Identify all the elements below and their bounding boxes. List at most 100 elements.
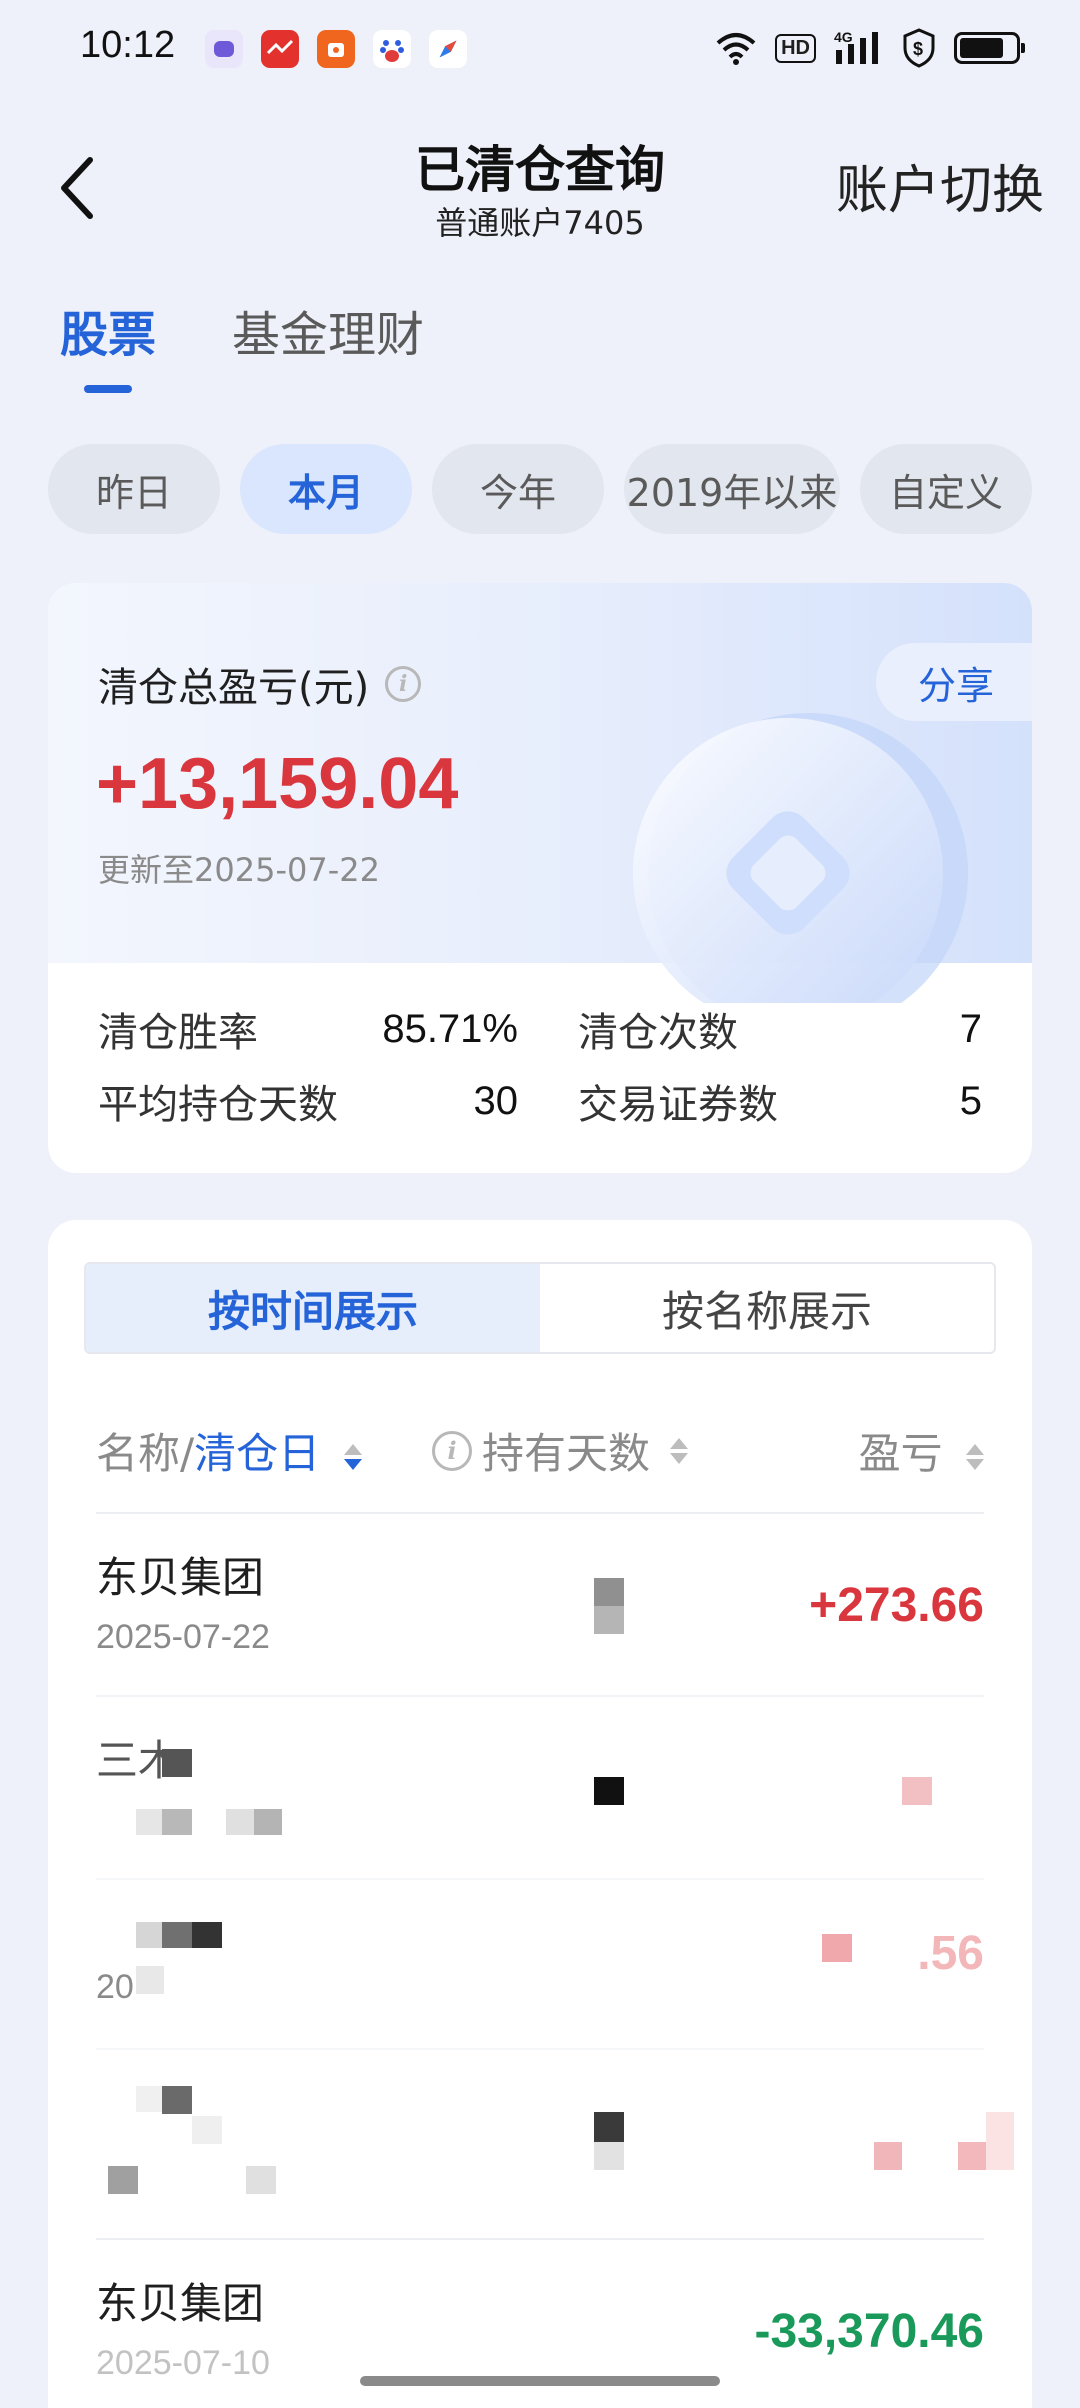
coin-decoration-icon [633,713,968,1003]
stat-value: 7 [959,1006,982,1051]
column-name-prefix: 名称/ [96,1429,195,1478]
mosaic-block [902,1777,932,1805]
mosaic-block [162,2086,192,2114]
stat-securities: 交易证券数 5 [578,1072,982,1130]
hd-icon: HD [775,28,816,68]
messages-app-icon [205,30,243,68]
view-by-time-button[interactable]: 按时间展示 [86,1264,540,1352]
view-by-name-button[interactable]: 按名称展示 [540,1264,994,1352]
mosaic-block [254,1809,282,1835]
mosaic-block [192,1922,222,1948]
period-filter: 昨日 本月 今年 2019年以来 自定义 [48,444,1032,534]
summary-card: 清仓总盈亏(元) i 分享 +13,159.04 更新至2025-07-22 清… [48,583,1032,1173]
tab-stocks[interactable]: 股票 [60,295,157,393]
clear-date: 2025-07-22 [96,1618,270,1656]
clear-date: 2025-07-10 [96,2344,270,2382]
cleared-positions-list: 东贝集团 2025-07-22 +273.66 三木 20 .56 东贝集团 2… [96,1512,1014,2408]
column-pnl-label: 盈亏 [858,1429,943,1478]
mosaic-block [594,1777,624,1805]
stat-label: 交易证券数 [578,1082,778,1128]
mosaic-block [874,2142,902,2170]
system-icons: HD 4G $ [715,28,1025,68]
stat-label: 清仓次数 [578,1010,738,1056]
mosaic-block [986,2112,1014,2170]
stat-value: 30 [473,1078,519,1123]
period-chip-this-year[interactable]: 今年 [432,444,604,534]
info-icon[interactable]: i [432,1430,472,1471]
status-time: 10:12 [80,24,176,66]
table-header: 名称/清仓日 i 持有天数 盈亏 [96,1420,984,1480]
sort-icon [966,1442,984,1472]
mosaic-block [162,1749,192,1777]
summary-stats: 清仓胜率 85.71% 清仓次数 7 平均持仓天数 30 交易证券数 5 [98,993,982,1137]
notification-app-icons [205,30,467,68]
mosaic-block [192,2116,222,2144]
sort-icon [343,1442,362,1472]
table-row[interactable]: 三木 [96,1695,984,1878]
baidu-app-icon [373,30,411,68]
stat-avg-days: 平均持仓天数 30 [98,1072,518,1130]
stat-value: 85.71% [382,1006,518,1051]
wifi-icon [715,28,757,68]
stock-name: 东贝集团 [96,2279,265,2328]
mosaic-block [958,2142,986,2170]
mosaic-block [136,1922,162,1948]
tab-stocks-label: 股票 [60,307,157,363]
total-pnl-value: +13,159.04 [96,744,459,824]
mosaic-block [594,2112,624,2142]
nav-header: 已清仓查询 普通账户7405 账户切换 [0,120,1080,250]
total-pnl-label-group: 清仓总盈亏(元) i [98,655,422,713]
sort-icon [670,1436,689,1466]
period-chip-yesterday[interactable]: 昨日 [48,444,220,534]
table-row[interactable]: 20 .56 [96,1878,984,2048]
total-pnl-label: 清仓总盈亏(元) [98,665,370,711]
account-switch-button[interactable]: 账户切换 [836,148,1044,223]
mosaic-block [226,1809,254,1835]
stat-value: 5 [959,1078,982,1123]
column-hold-days-label: 持有天数 [482,1429,651,1478]
stat-win-rate: 清仓胜率 85.71% [98,1000,518,1058]
cleared-list-card: 按时间展示 按名称展示 名称/清仓日 i 持有天数 盈亏 东贝集团 2025-0… [48,1220,1032,2408]
mosaic-block [162,1809,192,1835]
mosaic-block [822,1934,852,1962]
clear-date: 20 [96,1968,134,2006]
stat-label: 平均持仓天数 [98,1082,338,1128]
mosaic-block [594,2142,624,2170]
stats-row: 平均持仓天数 30 交易证券数 5 [98,1065,982,1137]
shopping-app-icon [317,30,355,68]
table-row[interactable] [96,2048,1014,2238]
news-app-icon [261,30,299,68]
view-mode-toggle: 按时间展示 按名称展示 [84,1262,996,1354]
stat-label: 清仓胜率 [98,1010,258,1056]
column-pnl[interactable]: 盈亏 [859,1420,984,1481]
period-chip-since-2019[interactable]: 2019年以来 [624,444,840,534]
info-icon[interactable]: i [385,666,422,702]
table-row[interactable]: 东贝集团 2025-07-22 +273.66 [96,1512,984,1695]
svg-text:$: $ [913,39,923,59]
mosaic-block [108,2166,138,2194]
network-type-label: 4G [834,29,853,45]
signal-icon: 4G [834,28,884,68]
period-chip-this-month[interactable]: 本月 [240,444,412,534]
column-hold-days[interactable]: i 持有天数 [432,1420,689,1481]
stock-name: 东贝集团 [96,1553,265,1602]
tab-funds-label: 基金理财 [232,307,425,363]
tab-funds[interactable]: 基金理财 [232,295,424,365]
stat-clear-count: 清仓次数 7 [578,1000,982,1058]
row-pnl: .56 [917,1927,984,1980]
mosaic-block [136,1966,164,1994]
row-pnl: +273.66 [809,1579,984,1632]
column-name-date[interactable]: 名称/清仓日 [96,1420,362,1481]
row-pnl: -33,370.46 [754,2305,984,2358]
hold-days-redacted [594,1578,624,1634]
status-bar: 10:12 HD 4G $ [0,0,1080,100]
tab-active-indicator [84,385,132,393]
shield-dollar-icon: $ [902,28,936,68]
mosaic-block [162,1922,192,1948]
update-date: 更新至2025-07-22 [98,851,380,889]
stats-row: 清仓胜率 85.71% 清仓次数 7 [98,993,982,1065]
share-button[interactable]: 分享 [876,643,1032,721]
period-chip-custom[interactable]: 自定义 [860,444,1032,534]
mosaic-block [136,1809,162,1835]
home-indicator[interactable] [360,2376,720,2386]
